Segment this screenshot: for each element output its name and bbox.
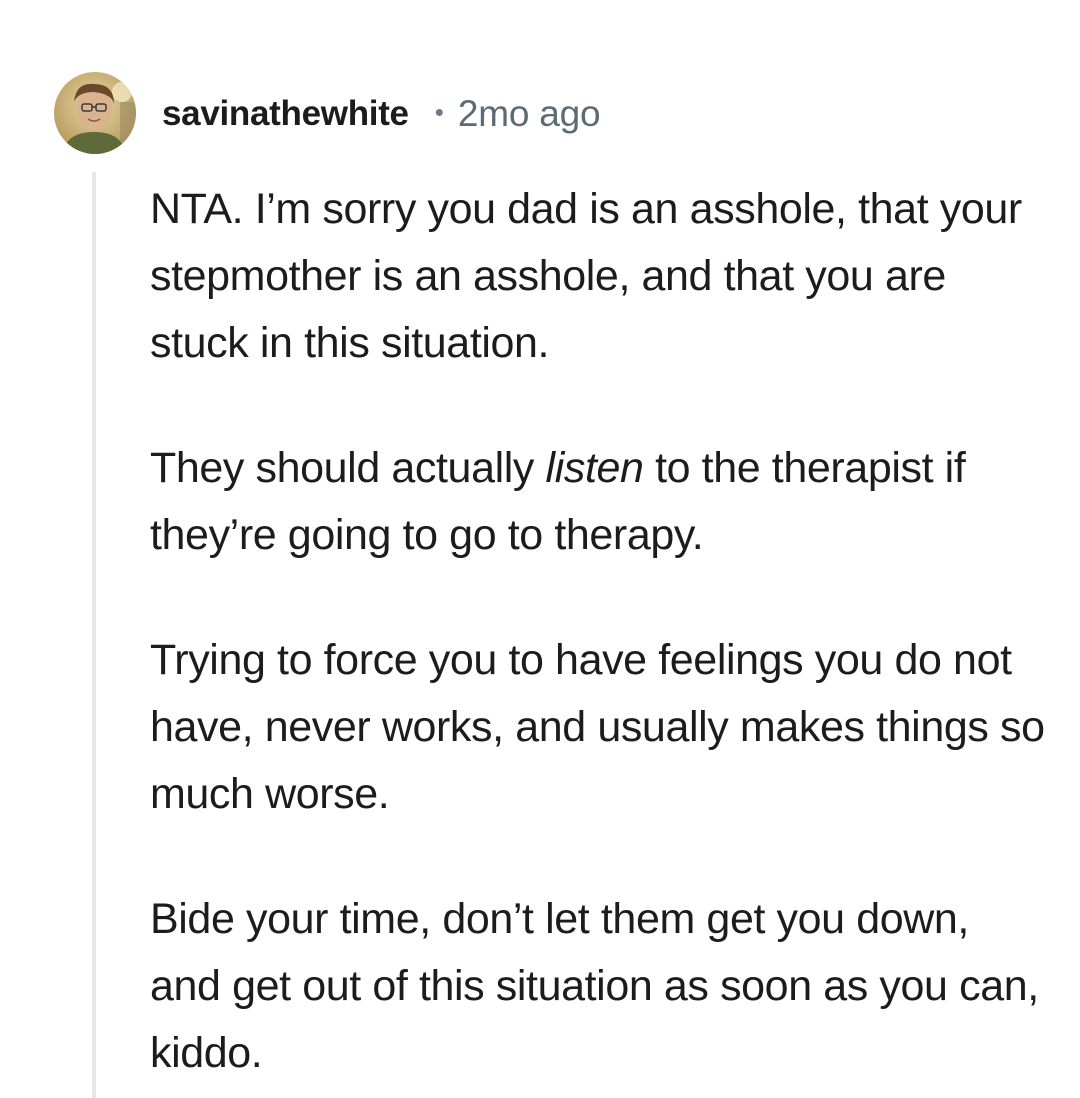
thread-collapse-line[interactable]	[92, 172, 96, 1098]
comment-paragraph: Trying to force you to have feelings you…	[150, 636, 1045, 818]
comment-paragraph: Bide your time, don’t let them get you d…	[150, 895, 1039, 1077]
comment-body: NTA. I’m sorry you dad is an asshole, th…	[150, 176, 1050, 1087]
comment-meta: savinathewhite • 2mo ago	[162, 92, 601, 136]
user-avatar[interactable]	[54, 72, 136, 154]
comment: savinathewhite • 2mo ago NTA. I’m sorry …	[0, 0, 1080, 1098]
emphasized-text: listen	[545, 444, 644, 492]
comment-timestamp[interactable]: 2mo ago	[458, 93, 601, 135]
username-link[interactable]: savinathewhite	[162, 94, 409, 134]
paragraph-text: They should actually	[150, 444, 546, 492]
comment-paragraph: NTA. I’m sorry you dad is an asshole, th…	[150, 185, 1022, 367]
avatar-photo-icon	[54, 72, 136, 154]
comment-paragraph: They should actually listen to the thera…	[150, 435, 1050, 569]
meta-separator: •	[434, 96, 444, 127]
